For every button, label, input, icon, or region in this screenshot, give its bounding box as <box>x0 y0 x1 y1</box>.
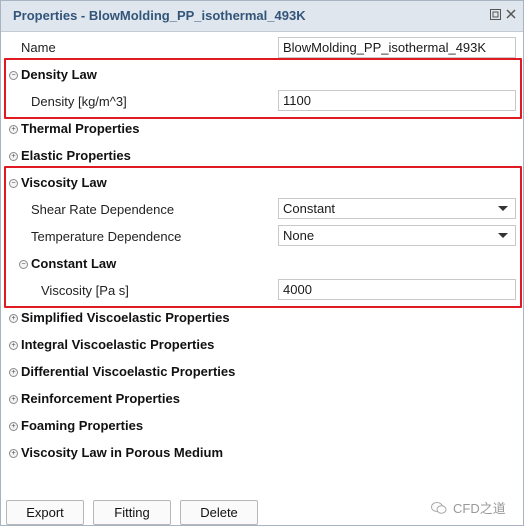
viscosity-label: Viscosity [Pa s] <box>41 283 129 298</box>
wechat-logo-icon <box>431 501 447 515</box>
circle-plus-icon[interactable]: + <box>9 395 18 404</box>
section-title: Differential Viscoelastic Properties <box>21 364 236 379</box>
circle-minus-icon[interactable]: − <box>9 179 18 188</box>
circle-plus-icon[interactable]: + <box>9 125 18 134</box>
circle-plus-icon[interactable]: + <box>9 152 18 161</box>
section-thermal-properties[interactable]: + Thermal Properties <box>1 116 523 142</box>
section-foaming[interactable]: + Foaming Properties <box>1 413 523 439</box>
name-label: Name <box>21 40 56 55</box>
circle-minus-icon[interactable]: − <box>9 71 18 80</box>
section-density-law-title: Density Law <box>21 67 97 82</box>
circle-minus-icon[interactable]: − <box>19 260 28 269</box>
viscosity-row: Viscosity [Pa s] 4000 <box>1 278 523 304</box>
watermark-text: CFD之道 <box>453 501 506 516</box>
panel-title: Properties - BlowMolding_PP_isothermal_4… <box>13 8 306 23</box>
shear-rate-dropdown[interactable]: Constant <box>278 198 516 219</box>
section-constant-law[interactable]: − Constant Law <box>1 251 523 277</box>
section-reinforcement[interactable]: + Reinforcement Properties <box>1 386 523 412</box>
density-label: Density [kg/m^3] <box>31 94 127 109</box>
section-constant-law-title: Constant Law <box>31 256 117 271</box>
section-title: Simplified Viscoelastic Properties <box>21 310 230 325</box>
circle-plus-icon[interactable]: + <box>9 422 18 431</box>
density-field[interactable]: 1100 <box>278 90 516 111</box>
shear-rate-label: Shear Rate Dependence <box>31 202 175 217</box>
section-differential-viscoelastic[interactable]: + Differential Viscoelastic Properties <box>1 359 523 385</box>
shear-rate-row: Shear Rate Dependence Constant <box>1 197 523 223</box>
temperature-row: Temperature Dependence None <box>1 224 523 250</box>
density-row: Density [kg/m^3] 1100 <box>1 89 523 115</box>
section-thermal-title: Thermal Properties <box>21 121 140 136</box>
section-title: Foaming Properties <box>21 418 144 433</box>
section-simplified-viscoelastic[interactable]: + Simplified Viscoelastic Properties <box>1 305 523 331</box>
watermark: CFD之道 <box>431 498 506 517</box>
properties-panel: Properties - BlowMolding_PP_isothermal_4… <box>0 0 524 526</box>
name-field[interactable]: BlowMolding_PP_isothermal_493K <box>278 37 516 58</box>
section-title: Integral Viscoelastic Properties <box>21 337 215 352</box>
section-elastic-properties[interactable]: + Elastic Properties <box>1 143 523 169</box>
circle-plus-icon[interactable]: + <box>9 314 18 323</box>
dock-icon[interactable] <box>489 8 501 20</box>
chevron-down-icon[interactable] <box>498 206 508 211</box>
section-title: Reinforcement Properties <box>21 391 180 406</box>
close-icon[interactable] <box>505 8 517 20</box>
section-title: Viscosity Law in Porous Medium <box>21 445 224 460</box>
panel-titlebar: Properties - BlowMolding_PP_isothermal_4… <box>1 1 523 32</box>
circle-plus-icon[interactable]: + <box>9 449 18 458</box>
circle-plus-icon[interactable]: + <box>9 368 18 377</box>
viscosity-field[interactable]: 4000 <box>278 279 516 300</box>
shear-rate-value: Constant <box>283 201 336 216</box>
section-viscosity-law-title: Viscosity Law <box>21 175 107 190</box>
name-row: Name BlowMolding_PP_isothermal_493K <box>1 35 523 61</box>
delete-button[interactable]: Delete <box>180 500 258 525</box>
circle-plus-icon[interactable]: + <box>9 341 18 350</box>
section-elastic-title: Elastic Properties <box>21 148 131 163</box>
section-viscosity-porous[interactable]: + Viscosity Law in Porous Medium <box>1 440 523 466</box>
section-viscosity-law[interactable]: − Viscosity Law <box>1 170 523 196</box>
fitting-button[interactable]: Fitting <box>93 500 171 525</box>
export-button[interactable]: Export <box>6 500 84 525</box>
section-integral-viscoelastic[interactable]: + Integral Viscoelastic Properties <box>1 332 523 358</box>
temperature-label: Temperature Dependence <box>31 229 182 244</box>
temperature-value: None <box>283 228 315 243</box>
chevron-down-icon[interactable] <box>498 233 508 238</box>
section-density-law[interactable]: − Density Law <box>1 62 523 88</box>
temperature-dropdown[interactable]: None <box>278 225 516 246</box>
